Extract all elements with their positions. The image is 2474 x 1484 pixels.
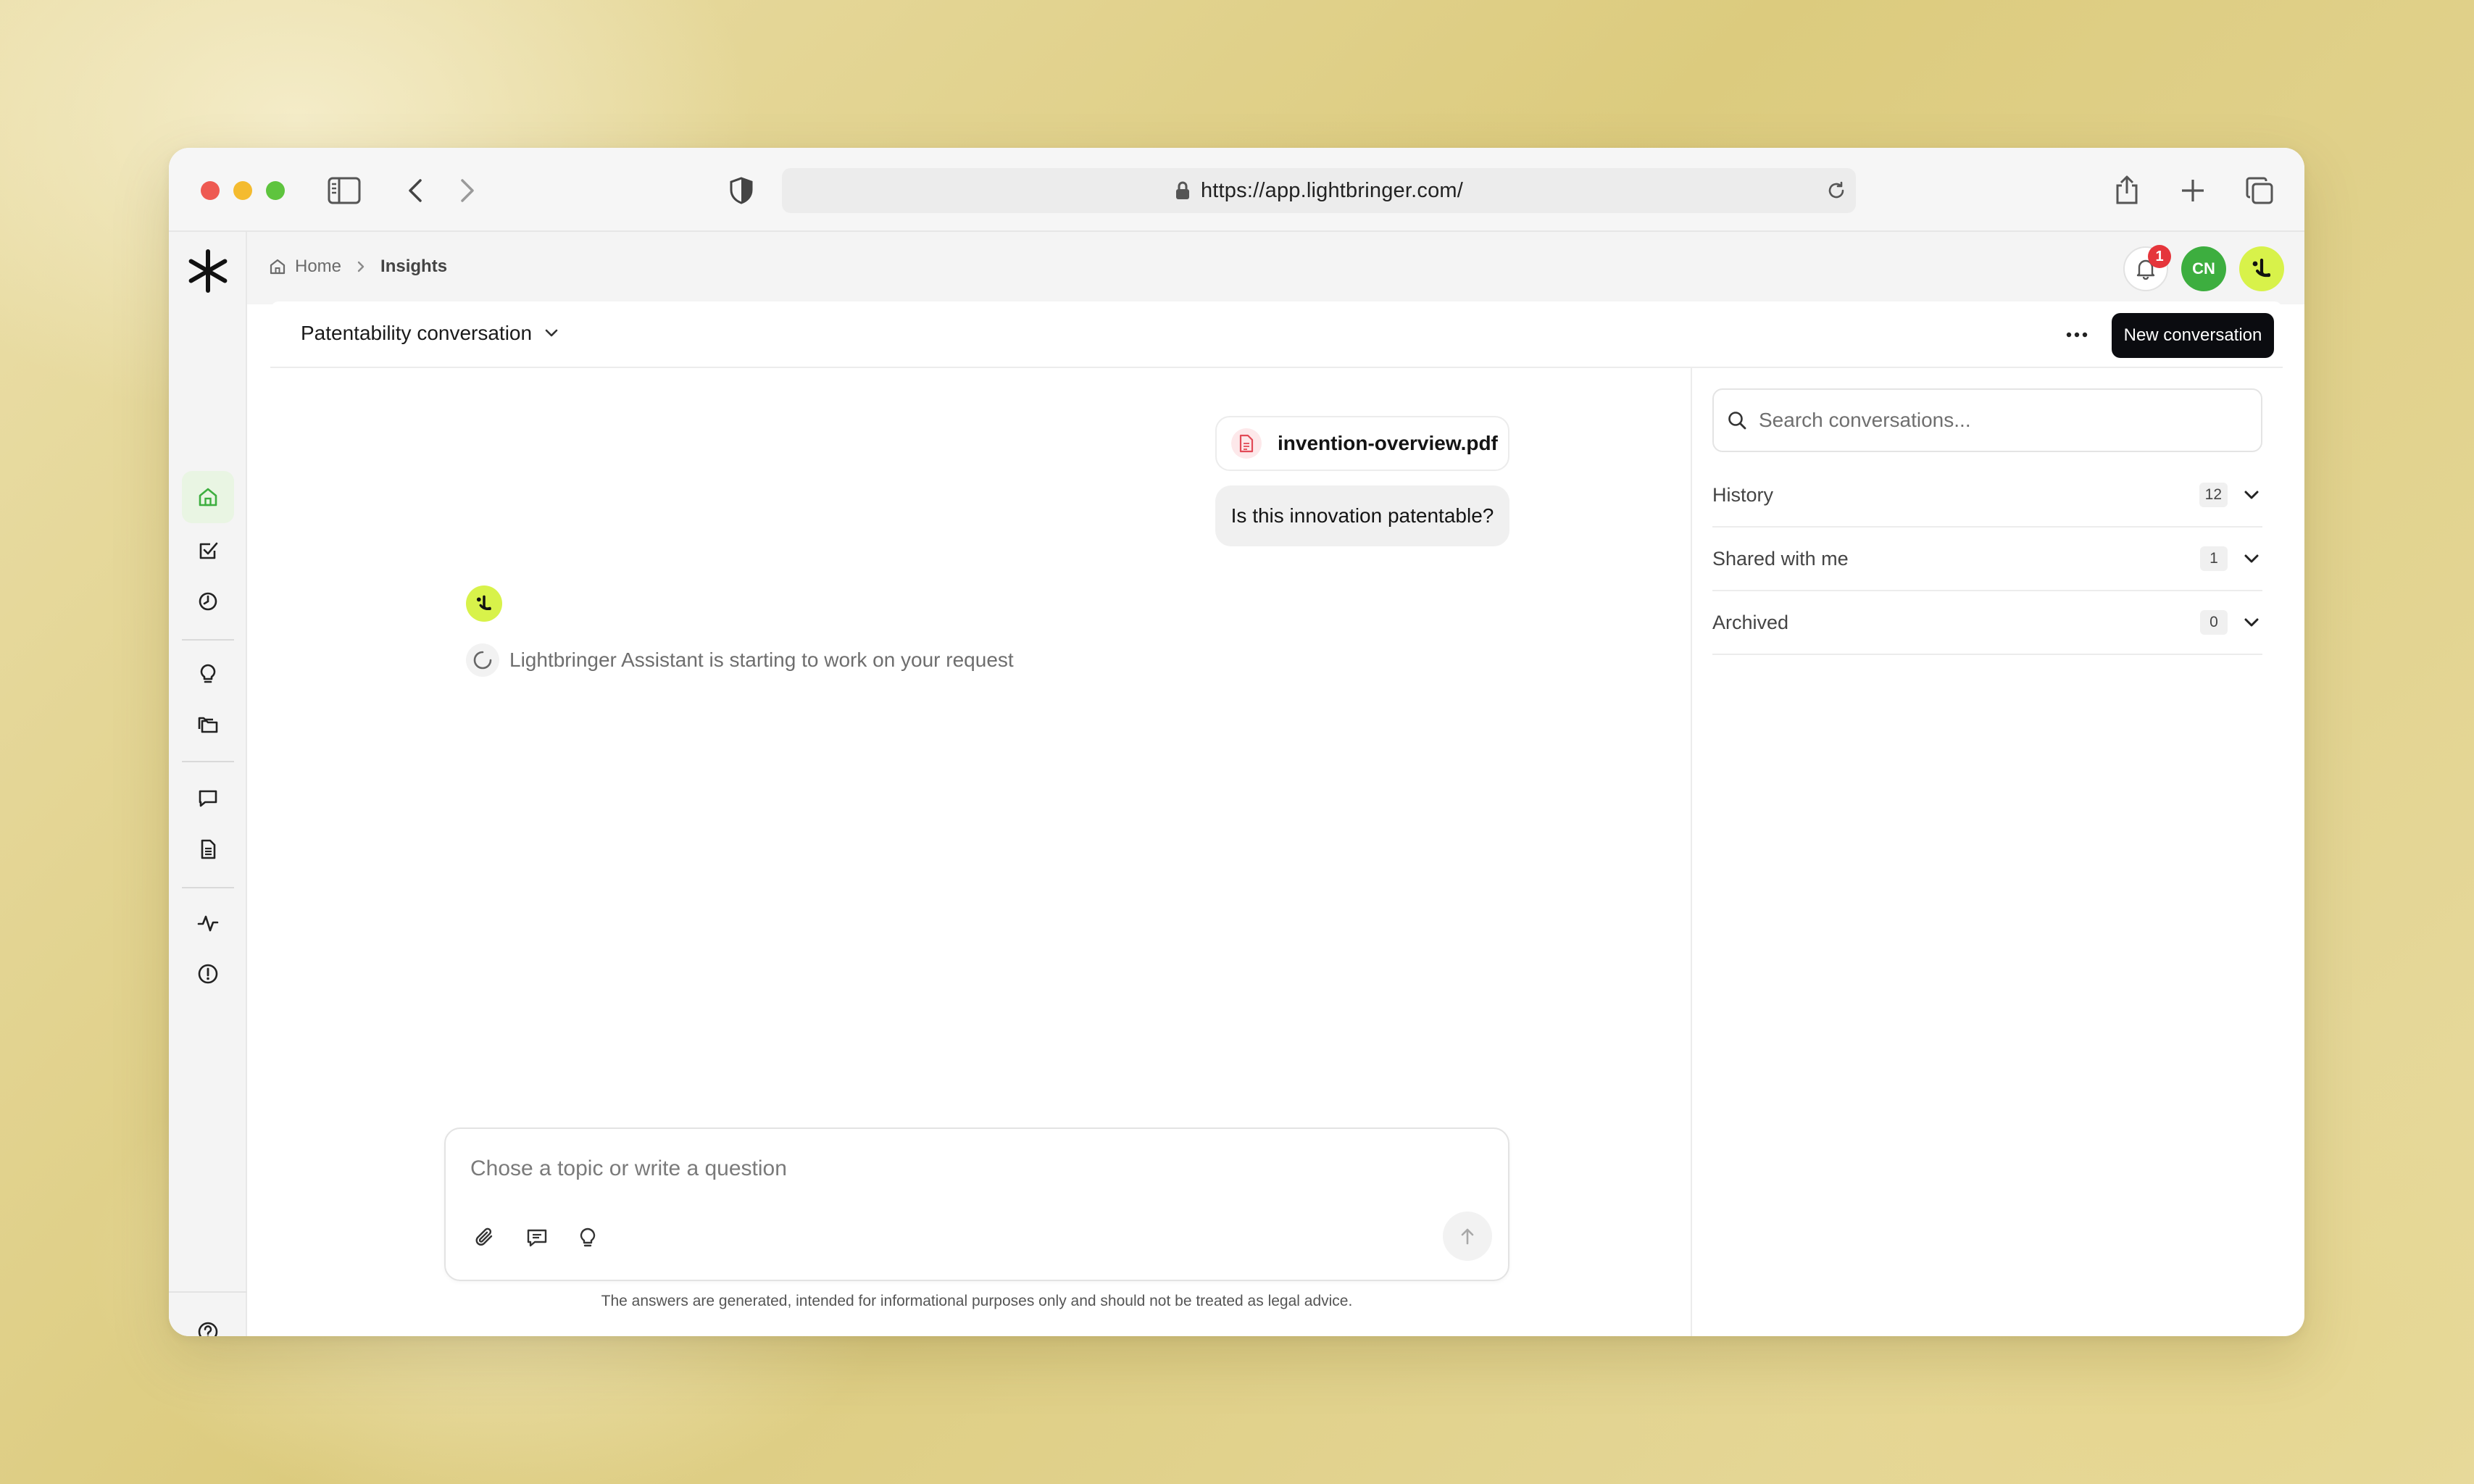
conversation-header: Patentability conversation New conversat… xyxy=(270,301,2283,368)
lightbringer-logo-icon xyxy=(2247,254,2276,283)
document-icon xyxy=(197,838,219,860)
home-icon xyxy=(197,486,219,508)
legal-disclaimer: The answers are generated, intended for … xyxy=(601,1293,1353,1309)
tabs-overview-icon[interactable] xyxy=(2243,174,2276,207)
reload-icon[interactable] xyxy=(1824,178,1849,203)
chat-area: invention-overview.pdf Is this innovatio… xyxy=(270,368,1691,1336)
rail-conversations[interactable] xyxy=(182,772,234,825)
section-label: Archived xyxy=(1712,611,1789,633)
conversation-title: Patentability conversation xyxy=(301,322,533,344)
chevron-down-icon xyxy=(2241,484,2262,506)
conversation-search[interactable] xyxy=(1712,388,2262,452)
rail-divider xyxy=(182,639,234,641)
maximize-window-button[interactable] xyxy=(266,181,285,200)
rail-tasks[interactable] xyxy=(182,525,234,577)
assistant-status: Lightbringer Assistant is starting to wo… xyxy=(466,643,1014,677)
rail-history[interactable] xyxy=(182,575,234,628)
lightbulb-icon xyxy=(577,1227,599,1249)
prompts-button[interactable] xyxy=(520,1220,554,1255)
browser-toolbar: https://app.lightbringer.com/ xyxy=(169,148,2304,232)
notifications-button[interactable]: 1 xyxy=(2123,245,2171,291)
notification-badge: 1 xyxy=(2148,245,2171,268)
rail-home[interactable] xyxy=(182,471,234,523)
section-label: Shared with me xyxy=(1712,547,1849,570)
back-icon[interactable] xyxy=(402,177,428,204)
lightbulb-icon xyxy=(197,663,219,685)
breadcrumb-home-link[interactable]: Home xyxy=(295,257,341,277)
search-input[interactable] xyxy=(1759,409,2165,432)
more-options-button[interactable] xyxy=(2059,317,2094,352)
chevron-down-icon xyxy=(2241,612,2262,633)
paperclip-icon xyxy=(474,1227,496,1249)
section-count: 1 xyxy=(2200,546,2228,571)
close-window-button[interactable] xyxy=(201,181,220,200)
attachment-name: invention-overview.pdf xyxy=(1278,432,1498,454)
user-avatar[interactable]: CN xyxy=(2181,246,2226,291)
arrow-up-icon xyxy=(1459,1227,1476,1246)
section-count: 12 xyxy=(2199,483,2228,507)
assistant-message-avatar xyxy=(466,585,502,622)
conversations-sidebar: History 12 Shared with me 1 Archived 0 xyxy=(1692,368,2283,1336)
rail-divider xyxy=(182,887,234,888)
clock-icon xyxy=(197,591,219,612)
attach-button[interactable] xyxy=(467,1220,502,1255)
home-icon xyxy=(269,258,286,275)
assistant-avatar[interactable] xyxy=(2239,246,2284,291)
loading-spinner-icon xyxy=(466,643,499,677)
breadcrumb: Home Insights xyxy=(269,257,447,277)
rail-insights[interactable] xyxy=(182,648,234,700)
app-sidebar xyxy=(169,232,247,1336)
rail-collections[interactable] xyxy=(182,699,234,751)
alert-icon xyxy=(197,963,219,985)
section-archived[interactable]: Archived 0 xyxy=(1712,591,2262,655)
logo-icon[interactable] xyxy=(182,245,234,297)
conversation-title-dropdown[interactable]: Patentability conversation xyxy=(301,322,559,345)
app-topbar: Home Insights 1 CN xyxy=(247,232,2304,304)
send-button[interactable] xyxy=(1443,1212,1492,1261)
rail-bottom-divider xyxy=(169,1291,247,1293)
message-input[interactable] xyxy=(470,1156,1340,1181)
rail-divider xyxy=(182,761,234,762)
message-template-icon xyxy=(526,1227,548,1249)
attachment-chip[interactable]: invention-overview.pdf xyxy=(1215,416,1509,471)
chat-icon xyxy=(197,788,219,809)
section-label: History xyxy=(1712,483,1774,506)
lock-icon xyxy=(1175,180,1191,201)
new-conversation-button[interactable]: New conversation xyxy=(2112,313,2274,358)
ellipsis-icon xyxy=(2066,332,2088,338)
help-icon xyxy=(197,1321,219,1336)
breadcrumb-current: Insights xyxy=(380,257,448,276)
chevron-down-icon xyxy=(543,328,559,338)
rail-activity[interactable] xyxy=(182,897,234,949)
chevron-right-icon xyxy=(356,259,366,274)
minimize-window-button[interactable] xyxy=(233,181,252,200)
rail-help[interactable] xyxy=(182,1306,234,1336)
topbar-actions: 1 CN xyxy=(2123,245,2284,291)
user-message: Is this innovation patentable? xyxy=(1215,485,1509,546)
url-text: https://app.lightbringer.com/ xyxy=(1200,178,1464,202)
topics-button[interactable] xyxy=(570,1220,605,1255)
message-composer xyxy=(444,1127,1509,1281)
section-history[interactable]: History 12 xyxy=(1712,464,2262,528)
activity-icon xyxy=(197,912,219,934)
conversation-panel: Patentability conversation New conversat… xyxy=(270,301,2283,1336)
pdf-file-icon xyxy=(1231,428,1262,459)
address-bar[interactable]: https://app.lightbringer.com/ xyxy=(782,168,1856,213)
rail-documents[interactable] xyxy=(182,823,234,875)
section-count: 0 xyxy=(2200,610,2228,635)
share-icon[interactable] xyxy=(2111,172,2143,207)
section-shared-with-me[interactable]: Shared with me 1 xyxy=(1712,528,2262,591)
tasks-check-icon xyxy=(197,540,219,562)
new-tab-icon[interactable] xyxy=(2178,175,2208,206)
folders-icon xyxy=(196,714,220,735)
sidebar-toggle-icon[interactable] xyxy=(327,175,362,206)
search-icon xyxy=(1727,410,1747,430)
chevron-down-icon xyxy=(2241,548,2262,570)
shield-icon[interactable] xyxy=(727,175,756,206)
browser-window: https://app.lightbringer.com/ Home Insig… xyxy=(169,148,2304,1336)
forward-icon[interactable] xyxy=(454,177,480,204)
assistant-status-text: Lightbringer Assistant is starting to wo… xyxy=(509,649,1014,671)
rail-alerts[interactable] xyxy=(182,948,234,1000)
